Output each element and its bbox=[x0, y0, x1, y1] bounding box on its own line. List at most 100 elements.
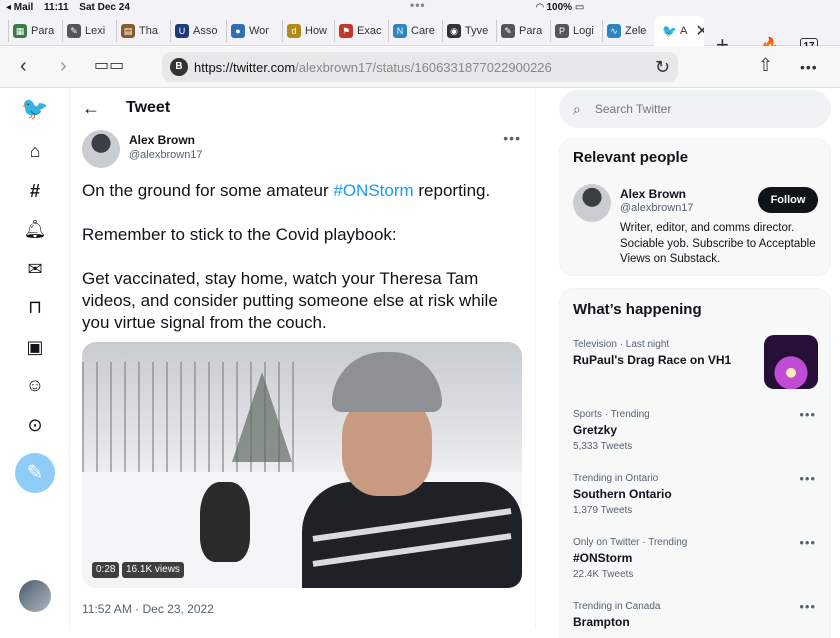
browser-tab-bar: ▦ Para ✎ Lexi ▤ Tha U Asso ● Wor d How ⚑ Exac N… bbox=[0, 16, 840, 56]
compose-tweet-button[interactable]: ✎ bbox=[15, 453, 55, 493]
tab-8[interactable]: ◉ Tyve bbox=[442, 20, 492, 42]
trend-item[interactable]: Trending in Canada Brampton bbox=[573, 601, 823, 629]
twitter-logo-icon[interactable]: 🐦 bbox=[21, 96, 48, 121]
tab-favicon-icon: ✎ bbox=[67, 24, 81, 38]
tab-9[interactable]: ✎ Para bbox=[496, 20, 546, 42]
tab-2[interactable]: ▤ Tha bbox=[116, 20, 164, 42]
video-dog bbox=[200, 482, 250, 562]
trend-more-icon[interactable]: ••• bbox=[799, 535, 816, 550]
tab-11[interactable]: ∿ Zele bbox=[602, 20, 650, 42]
twitter-icon: 🐦 bbox=[662, 24, 677, 38]
relevant-person-handle[interactable]: @alexbrown17 bbox=[620, 202, 694, 214]
multitask-dots-icon[interactable]: ••• bbox=[410, 0, 426, 12]
tweet-paragraph-2: Remember to stick to the Covid playbook: bbox=[82, 225, 397, 244]
relevant-people-card: Relevant people Alex Brown @alexbrown17 … bbox=[559, 138, 831, 276]
tab-0[interactable]: ▦ Para bbox=[8, 20, 56, 42]
tab-favicon-icon: P bbox=[555, 24, 569, 38]
battery-icon: ▭ bbox=[574, 2, 585, 13]
trend-item[interactable]: Only on Twitter · Trending #ONStorm 22.4… bbox=[573, 537, 823, 580]
search-box[interactable]: ⌕ bbox=[559, 90, 831, 128]
tweet-text: On the ground for some amateur #ONStorm … bbox=[82, 180, 528, 356]
trend-item[interactable]: Trending in Ontario Southern Ontario 1,3… bbox=[573, 473, 823, 516]
trend-more-icon[interactable]: ••• bbox=[799, 599, 816, 614]
tab-4[interactable]: ● Wor bbox=[226, 20, 276, 42]
tweet-paragraph-1: On the ground for some amateur #ONStorm … bbox=[82, 181, 491, 200]
relevant-person-name[interactable]: Alex Brown bbox=[620, 187, 686, 201]
tab-3[interactable]: U Asso bbox=[170, 20, 220, 42]
video-bg-pine bbox=[232, 372, 292, 462]
wifi-icon: ◠ bbox=[536, 2, 544, 13]
author-avatar[interactable] bbox=[82, 130, 120, 168]
back-to-app[interactable]: ◂ Mail bbox=[6, 2, 33, 13]
url-path: /alexbrown17/status/1606331877022900226 bbox=[295, 59, 552, 75]
bookmarks-nav-icon[interactable]: ⊓ bbox=[24, 296, 46, 318]
video-hat bbox=[332, 352, 442, 412]
whats-happening-card: What’s happening Television · Last night… bbox=[559, 288, 831, 638]
browser-toolbar: ‹ › ▭▭ B https://twitter.com/alexbrown17… bbox=[0, 46, 840, 88]
relevant-person-avatar[interactable] bbox=[573, 184, 611, 222]
trend-more-icon[interactable]: ••• bbox=[799, 471, 816, 486]
account-avatar[interactable] bbox=[19, 580, 51, 612]
back-icon[interactable]: ‹ bbox=[20, 56, 27, 76]
video-person bbox=[302, 352, 522, 588]
tab-favicon-icon: ◉ bbox=[447, 24, 461, 38]
trend-more-icon[interactable]: ••• bbox=[799, 407, 816, 422]
tab-favicon-icon: U bbox=[175, 24, 189, 38]
more-options-icon[interactable]: ⊙ bbox=[24, 414, 46, 436]
trend-thumbnail[interactable] bbox=[764, 335, 818, 389]
reload-icon[interactable]: ↻ bbox=[655, 57, 670, 78]
twitter-sidebar: 🐦 ⌂ # 🔔︎ ✉ ⊓ ▣ ☺ ⊙ ✎ bbox=[0, 88, 70, 630]
tab-12-active[interactable]: 🐦 A ✕ bbox=[654, 16, 704, 46]
messages-icon[interactable]: ✉ bbox=[24, 258, 46, 280]
site-badge-icon: B bbox=[170, 58, 188, 76]
video-views: 16.1K views bbox=[122, 562, 184, 578]
close-tab-icon[interactable]: ✕ bbox=[695, 21, 704, 41]
whats-happening-title: What’s happening bbox=[573, 301, 702, 318]
video-duration: 0:28 bbox=[92, 562, 120, 578]
feather-icon: ✎ bbox=[26, 462, 44, 484]
url-host: https://twitter.com bbox=[194, 59, 296, 75]
tweet-more-icon[interactable]: ••• bbox=[503, 130, 521, 146]
status-date: Sat Dec 24 bbox=[79, 2, 130, 13]
relevant-person-bio: Writer, editor, and comms director. Soci… bbox=[620, 222, 816, 265]
status-left: ◂ Mail 11:11 Sat Dec 24 bbox=[6, 2, 138, 13]
tab-favicon-icon: ▦ bbox=[13, 24, 27, 38]
tab-7[interactable]: N Care bbox=[388, 20, 438, 42]
browser-menu-icon[interactable]: ••• bbox=[800, 60, 818, 74]
notifications-icon[interactable]: 🔔︎ bbox=[24, 218, 47, 240]
right-sidebar: ⌕ Relevant people Alex Brown @alexbrown1… bbox=[536, 88, 840, 638]
home-icon[interactable]: ⌂ bbox=[24, 140, 46, 162]
back-arrow-icon[interactable]: ← bbox=[82, 98, 100, 119]
share-icon[interactable]: ⇧ bbox=[758, 56, 773, 74]
page-title: Tweet bbox=[126, 99, 171, 116]
tab-favicon-icon: ⚑ bbox=[339, 24, 353, 38]
author-name[interactable]: Alex Brown bbox=[129, 133, 195, 147]
tab-1[interactable]: ✎ Lexi bbox=[62, 20, 110, 42]
status-time: 11:11 bbox=[44, 2, 69, 13]
tab-6[interactable]: ⚑ Exac bbox=[334, 20, 384, 42]
tab-favicon-icon: ● bbox=[231, 24, 245, 38]
tweet-video[interactable]: 0:28 16.1K views bbox=[82, 342, 522, 588]
follow-button[interactable]: Follow bbox=[758, 187, 818, 213]
battery-percent: 100% bbox=[546, 2, 573, 13]
tab-favicon-icon: ▤ bbox=[121, 24, 135, 38]
forward-icon[interactable]: › bbox=[60, 56, 67, 76]
bookmarks-icon[interactable]: ▭▭ bbox=[94, 58, 124, 74]
profile-icon[interactable]: ☺ bbox=[24, 374, 46, 396]
tab-favicon-icon: ✎ bbox=[501, 24, 515, 38]
explore-icon[interactable]: # bbox=[24, 180, 46, 202]
tab-10[interactable]: P Logi bbox=[550, 20, 598, 42]
tweet-timestamp[interactable]: 11:52 AM · Dec 23, 2022 bbox=[82, 602, 214, 616]
tab-5[interactable]: d How bbox=[282, 20, 332, 42]
tweet-paragraph-3: Get vaccinated, stay home, watch your Th… bbox=[82, 269, 498, 332]
twitter-blue-icon[interactable]: ▣ bbox=[24, 336, 46, 358]
search-icon: ⌕ bbox=[573, 100, 581, 117]
hashtag-link[interactable]: #ONStorm bbox=[333, 181, 413, 200]
trend-item[interactable]: Sports · Trending Gretzky 5,333 Tweets bbox=[573, 409, 823, 452]
relevant-people-title: Relevant people bbox=[573, 149, 689, 166]
author-handle[interactable]: @alexbrown17 bbox=[129, 149, 203, 161]
tab-favicon-icon: ∿ bbox=[607, 24, 621, 38]
address-bar[interactable]: B https://twitter.com/alexbrown17/status… bbox=[162, 52, 678, 82]
search-input[interactable] bbox=[594, 102, 795, 116]
tweet-detail: ← Tweet Alex Brown @alexbrown17 ••• On t… bbox=[70, 88, 536, 630]
